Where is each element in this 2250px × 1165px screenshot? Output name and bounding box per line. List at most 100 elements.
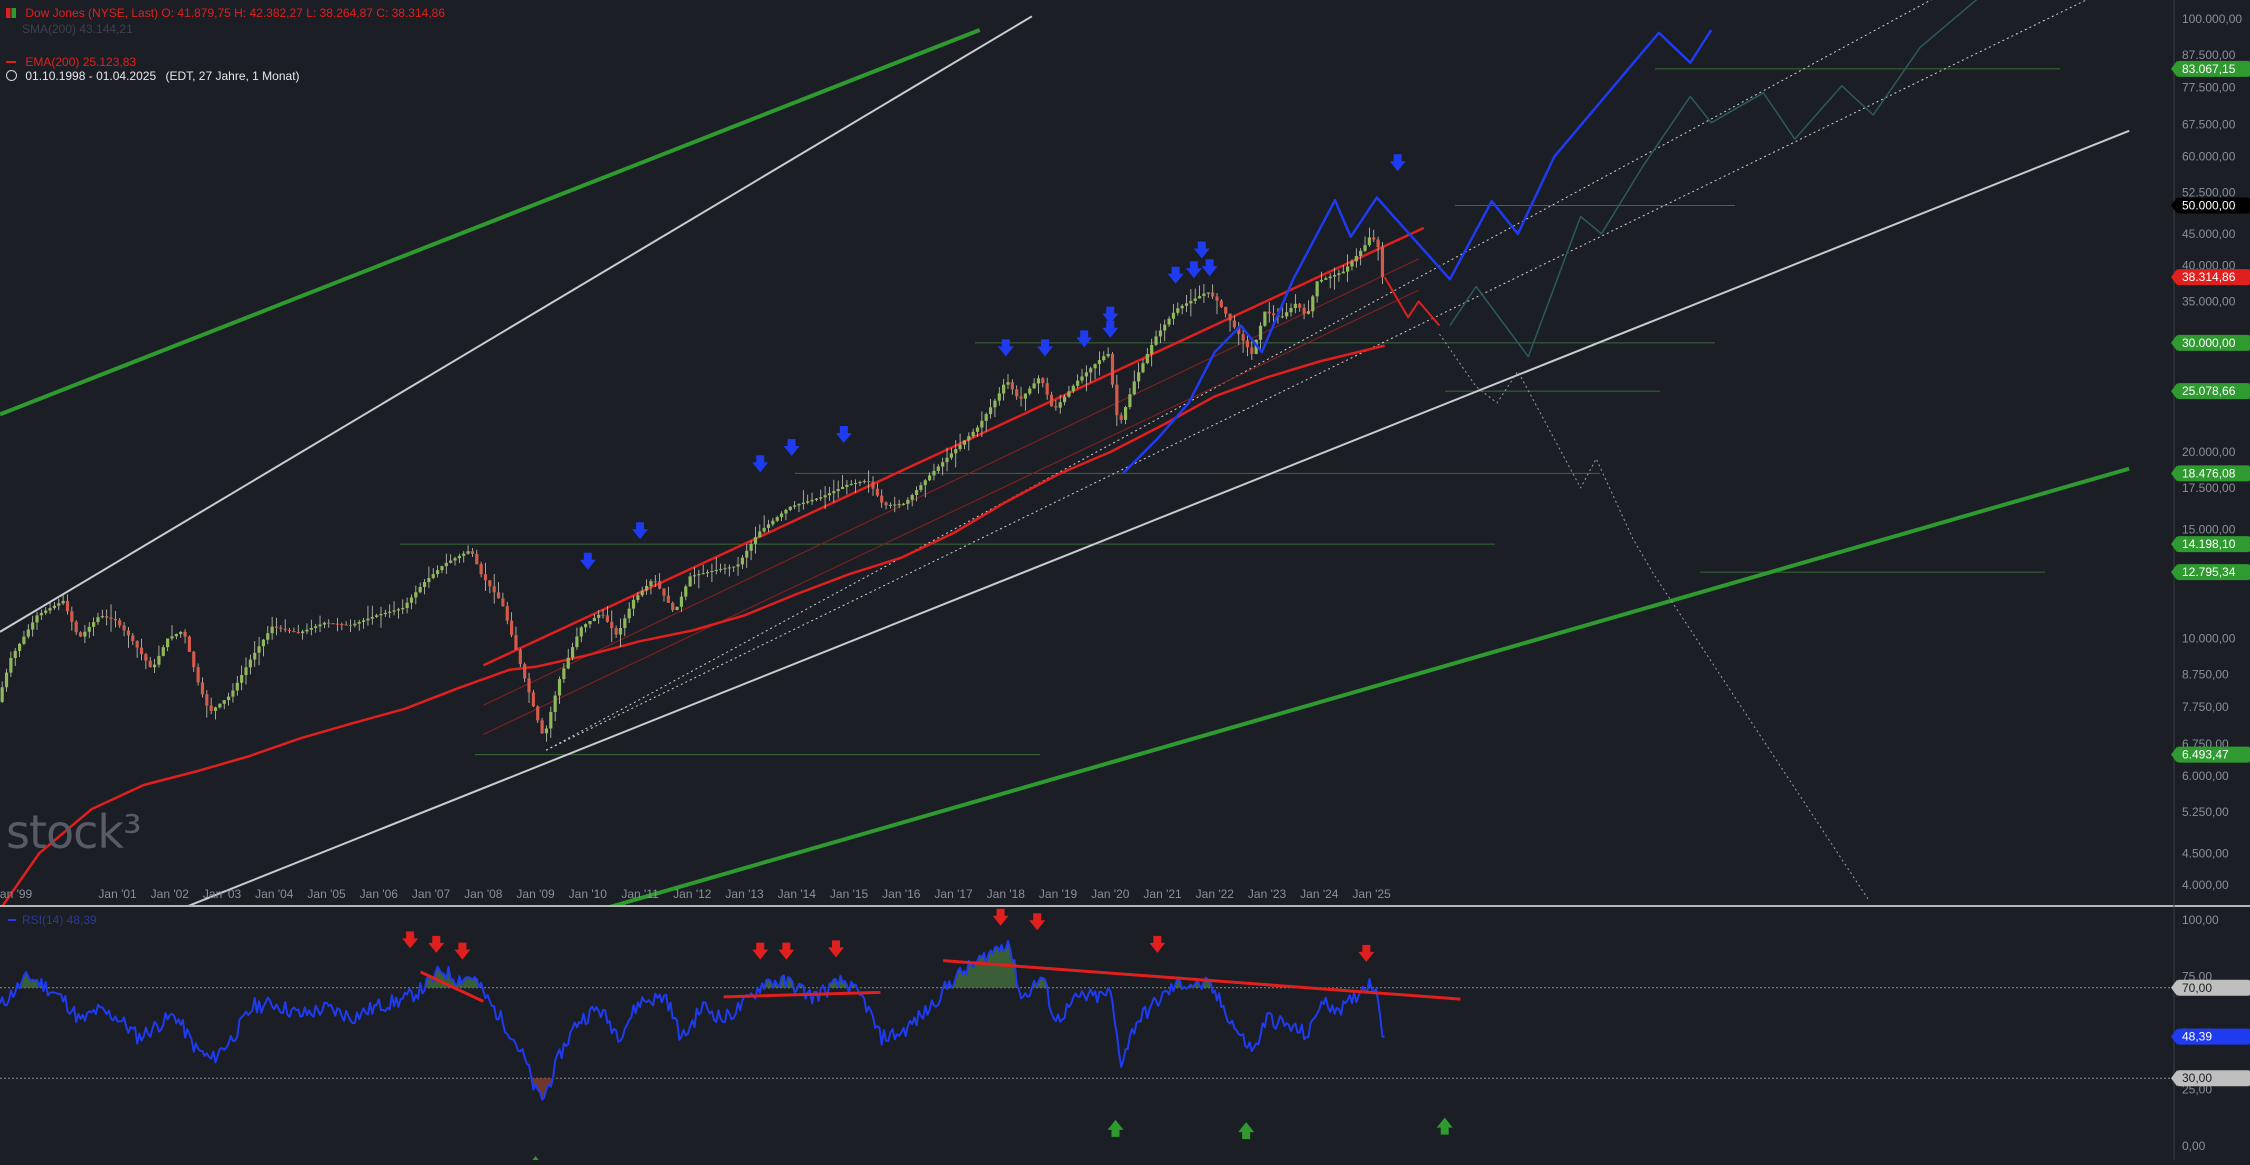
candle-body bbox=[797, 504, 801, 506]
candle-body bbox=[1067, 391, 1071, 397]
candle-body bbox=[309, 627, 313, 630]
stock3-watermark: stock³ bbox=[6, 805, 142, 859]
candle-body bbox=[962, 440, 967, 445]
rsi-legend: RSI(14) 48,39 bbox=[22, 913, 97, 927]
candle-body bbox=[170, 636, 174, 639]
candle-body bbox=[688, 576, 692, 587]
candle-body bbox=[1132, 381, 1136, 395]
ema-legend: EMA(200) 25.123,83 bbox=[0, 55, 136, 69]
candle-body bbox=[179, 631, 183, 635]
candle-body bbox=[279, 627, 283, 629]
candle-body bbox=[997, 393, 1001, 401]
candle-body bbox=[1206, 292, 1210, 294]
x-tick-label: Jan '07 bbox=[412, 887, 451, 901]
candle-body bbox=[44, 610, 48, 613]
candle-body bbox=[462, 553, 466, 556]
candle-body bbox=[213, 707, 218, 711]
candle-body bbox=[618, 628, 623, 635]
candle-body bbox=[1041, 378, 1045, 384]
candle-body bbox=[549, 711, 553, 729]
candle-body bbox=[1002, 384, 1006, 394]
candle-body bbox=[4, 672, 9, 688]
candle-body bbox=[401, 607, 405, 610]
candle-body bbox=[1241, 334, 1245, 341]
candle-body bbox=[1028, 388, 1032, 394]
candle-body bbox=[575, 636, 579, 648]
candle-body bbox=[92, 622, 96, 627]
candle-body bbox=[370, 616, 374, 619]
candle-body bbox=[283, 628, 287, 630]
candle-body bbox=[353, 623, 357, 626]
candle-body bbox=[449, 560, 453, 563]
candle-body bbox=[823, 495, 827, 498]
y-tick-label: 7.750,00 bbox=[2182, 700, 2229, 714]
y-tick-label: 100.000,00 bbox=[2182, 12, 2242, 26]
price-flag-label: 30.000,00 bbox=[2182, 336, 2236, 350]
x-tick-label: Jan '25 bbox=[1352, 887, 1391, 901]
candle-body bbox=[409, 597, 414, 603]
price-flag-label: 12.795,34 bbox=[2182, 565, 2236, 579]
rsi-flag-label: 30,00 bbox=[2182, 1071, 2212, 1085]
x-tick-label: Jan '15 bbox=[830, 887, 869, 901]
candle-body bbox=[1128, 394, 1132, 408]
chart-svg[interactable]: Jan '99 Jan '01 Jan '02 Jan '03 Jan '04 Jan '… bbox=[0, 0, 2250, 1160]
candle-body bbox=[483, 574, 488, 581]
x-tick-label: Jan '17 bbox=[934, 887, 973, 901]
candle-body bbox=[274, 626, 279, 628]
candle-body bbox=[836, 489, 840, 492]
candle-body bbox=[322, 622, 326, 625]
candle-body bbox=[810, 500, 814, 502]
candle-body bbox=[183, 631, 187, 637]
candle-body bbox=[1106, 353, 1110, 357]
x-tick-label: Jan '08 bbox=[464, 887, 503, 901]
candle-body bbox=[466, 551, 470, 554]
candle-body bbox=[1193, 298, 1197, 301]
candle-body bbox=[666, 595, 670, 603]
y-tick-label: 5.250,00 bbox=[2182, 805, 2229, 819]
candle-body bbox=[1145, 354, 1149, 364]
candle-body bbox=[287, 629, 292, 631]
candle-body bbox=[192, 651, 196, 668]
x-tick-label: Jan '16 bbox=[882, 887, 921, 901]
candle-body bbox=[479, 564, 483, 575]
x-tick-label: Jan '03 bbox=[203, 887, 242, 901]
candle-body bbox=[205, 694, 209, 706]
candle-body bbox=[514, 635, 518, 650]
candle-body bbox=[1346, 266, 1350, 272]
candle-body bbox=[793, 505, 797, 507]
chart-stage[interactable]: Jan '99 Jan '01 Jan '02 Jan '03 Jan '04 Jan '… bbox=[0, 0, 2250, 1160]
candle-body bbox=[553, 695, 557, 712]
candle-body bbox=[148, 660, 152, 668]
y-tick-label: 15.000,00 bbox=[2182, 522, 2236, 536]
candle-body bbox=[949, 453, 953, 458]
candle-body bbox=[1372, 237, 1376, 240]
candle-body bbox=[240, 675, 244, 683]
candle-body bbox=[928, 475, 932, 481]
candle-body bbox=[200, 682, 205, 695]
candle-body bbox=[732, 566, 736, 568]
x-tick-label: Jan '24 bbox=[1300, 887, 1339, 901]
candle-body bbox=[727, 567, 731, 569]
candle-body bbox=[788, 506, 792, 510]
candle-body bbox=[1089, 368, 1093, 373]
candle-body bbox=[1084, 372, 1088, 377]
candle-body bbox=[736, 564, 740, 567]
x-tick-label: Jan '23 bbox=[1248, 887, 1287, 901]
candle-body bbox=[584, 624, 588, 628]
candle-body bbox=[296, 632, 300, 634]
candle-body bbox=[1298, 303, 1302, 308]
candle-body bbox=[418, 586, 422, 593]
candle-body bbox=[422, 581, 427, 587]
rsi-y-tick-label: 0,00 bbox=[2182, 1139, 2206, 1153]
candle-body bbox=[631, 599, 636, 609]
candle-body bbox=[1228, 313, 1232, 321]
candle-body bbox=[806, 501, 810, 503]
candle-body bbox=[714, 569, 718, 572]
candle-body bbox=[244, 667, 248, 676]
open-value: O: 41.879,75 bbox=[161, 6, 231, 20]
rsi-flag-label: 70,00 bbox=[2182, 981, 2212, 995]
candle-body bbox=[1328, 276, 1332, 279]
candle-body bbox=[109, 617, 113, 619]
candle-body bbox=[588, 621, 592, 625]
candle-body bbox=[523, 664, 527, 679]
